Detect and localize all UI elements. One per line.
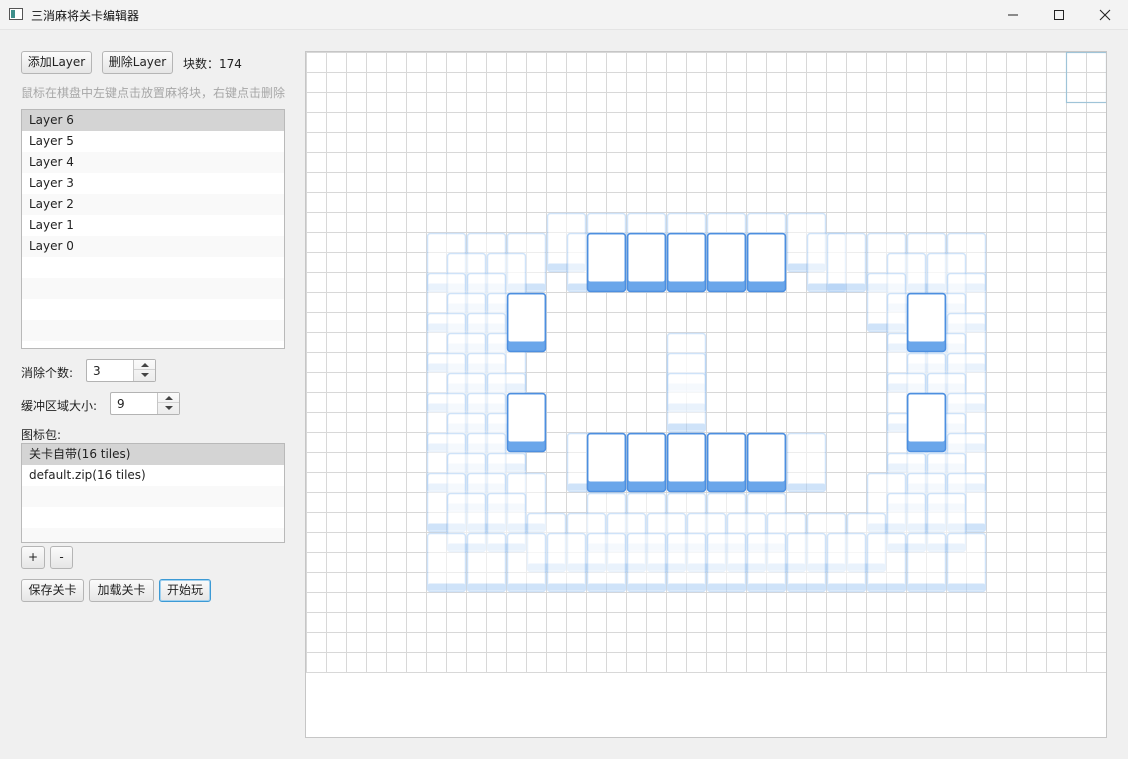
window-title: 三消麻将关卡编辑器 [31, 9, 140, 23]
maximize-button[interactable] [1036, 0, 1082, 30]
icon-pack-item[interactable]: 关卡自带(16 tiles) [22, 444, 284, 465]
minimize-icon [1008, 14, 1018, 16]
buffer-size-value[interactable]: 9 [117, 397, 125, 411]
lower-layer-tile[interactable] [466, 532, 507, 593]
eliminate-count-value[interactable]: 3 [93, 364, 101, 378]
add-icon-pack-button[interactable]: + [21, 546, 45, 569]
lower-layer-tile[interactable] [946, 532, 987, 593]
empty-row [22, 486, 284, 507]
decrement-icon[interactable] [134, 371, 155, 381]
lower-layer-tile[interactable] [426, 532, 467, 593]
layer-item[interactable]: Layer 4 [22, 152, 284, 173]
increment-icon[interactable] [158, 393, 179, 403]
lower-layer-tile[interactable] [586, 532, 627, 593]
delete-layer-button[interactable]: 删除Layer [102, 51, 173, 74]
buffer-size-spinner[interactable]: 9 [110, 392, 180, 415]
start-play-button[interactable]: 开始玩 [159, 579, 211, 602]
lower-layer-tile[interactable] [906, 532, 947, 593]
lower-layer-tile[interactable] [746, 532, 787, 593]
instruction-hint: 鼠标在棋盘中左键点击放置麻将块，右键点击删除 [21, 86, 286, 100]
lower-layer-tile[interactable] [786, 432, 827, 493]
eliminate-count-label: 消除个数: [21, 366, 74, 380]
layer-item[interactable]: Layer 2 [22, 194, 284, 215]
top-layer-tile[interactable] [746, 232, 787, 293]
remove-icon-pack-button[interactable]: - [50, 546, 73, 569]
decrement-icon[interactable] [158, 404, 179, 414]
layer-item[interactable]: Layer 6 [22, 110, 284, 131]
top-layer-tile[interactable] [506, 292, 547, 353]
board-canvas[interactable] [306, 52, 1106, 737]
lower-layer-tile[interactable] [506, 532, 547, 593]
spinner-buttons [133, 360, 155, 381]
top-layer-tile[interactable] [746, 432, 787, 493]
add-layer-button[interactable]: 添加Layer [21, 51, 92, 74]
empty-row [22, 299, 284, 320]
load-level-button[interactable]: 加载关卡 [89, 579, 154, 602]
increment-icon[interactable] [134, 360, 155, 370]
top-layer-tile[interactable] [666, 432, 707, 493]
close-icon [1099, 9, 1111, 21]
spinner-buttons [157, 393, 179, 414]
top-layer-tile[interactable] [706, 432, 747, 493]
layer-list[interactable]: Layer 6 Layer 5 Layer 4 Layer 3 Layer 2 … [21, 109, 285, 349]
layer-item[interactable]: Layer 3 [22, 173, 284, 194]
top-layer-tile[interactable] [906, 392, 947, 453]
lower-layer-tile[interactable] [786, 532, 827, 593]
lower-layer-tile[interactable] [666, 532, 707, 593]
top-layer-tile[interactable] [666, 232, 707, 293]
empty-row [22, 507, 284, 528]
title-bar: 三消麻将关卡编辑器 [0, 0, 1128, 30]
block-count: 块数：174 [183, 57, 242, 71]
icon-pack-item[interactable]: default.zip(16 tiles) [22, 465, 284, 486]
top-layer-tile[interactable] [586, 232, 627, 293]
eliminate-count-spinner[interactable]: 3 [86, 359, 156, 382]
lower-layer-tile[interactable] [626, 532, 667, 593]
save-level-button[interactable]: 保存关卡 [21, 579, 84, 602]
empty-row [22, 528, 284, 542]
lower-layer-tile[interactable] [826, 232, 867, 293]
empty-row [22, 320, 284, 341]
empty-row [22, 257, 284, 278]
top-layer-tile[interactable] [626, 232, 667, 293]
close-button[interactable] [1082, 0, 1128, 30]
layer-item[interactable]: Layer 0 [22, 236, 284, 257]
icon-pack-list[interactable]: 关卡自带(16 tiles) default.zip(16 tiles) [21, 443, 285, 543]
minimize-button[interactable] [990, 0, 1036, 30]
app-icon [9, 8, 23, 20]
top-layer-tile[interactable] [706, 232, 747, 293]
lower-layer-tile[interactable] [866, 532, 907, 593]
icon-pack-label: 图标包: [21, 428, 62, 442]
layer-item[interactable]: Layer 1 [22, 215, 284, 236]
top-layer-tile[interactable] [626, 432, 667, 493]
top-layer-tile[interactable] [506, 392, 547, 453]
top-layer-tile[interactable] [906, 292, 947, 353]
lower-layer-tile[interactable] [666, 372, 707, 433]
lower-layer-tile[interactable] [826, 532, 867, 593]
lower-layer-tile[interactable] [546, 532, 587, 593]
top-layer-tile[interactable] [586, 432, 627, 493]
buffer-size-label: 缓冲区域大小: [21, 399, 98, 413]
layer-item[interactable]: Layer 5 [22, 131, 284, 152]
level-board[interactable] [305, 51, 1107, 738]
lower-layer-tile[interactable] [706, 532, 747, 593]
maximize-icon [1054, 10, 1064, 20]
empty-row [22, 278, 284, 299]
